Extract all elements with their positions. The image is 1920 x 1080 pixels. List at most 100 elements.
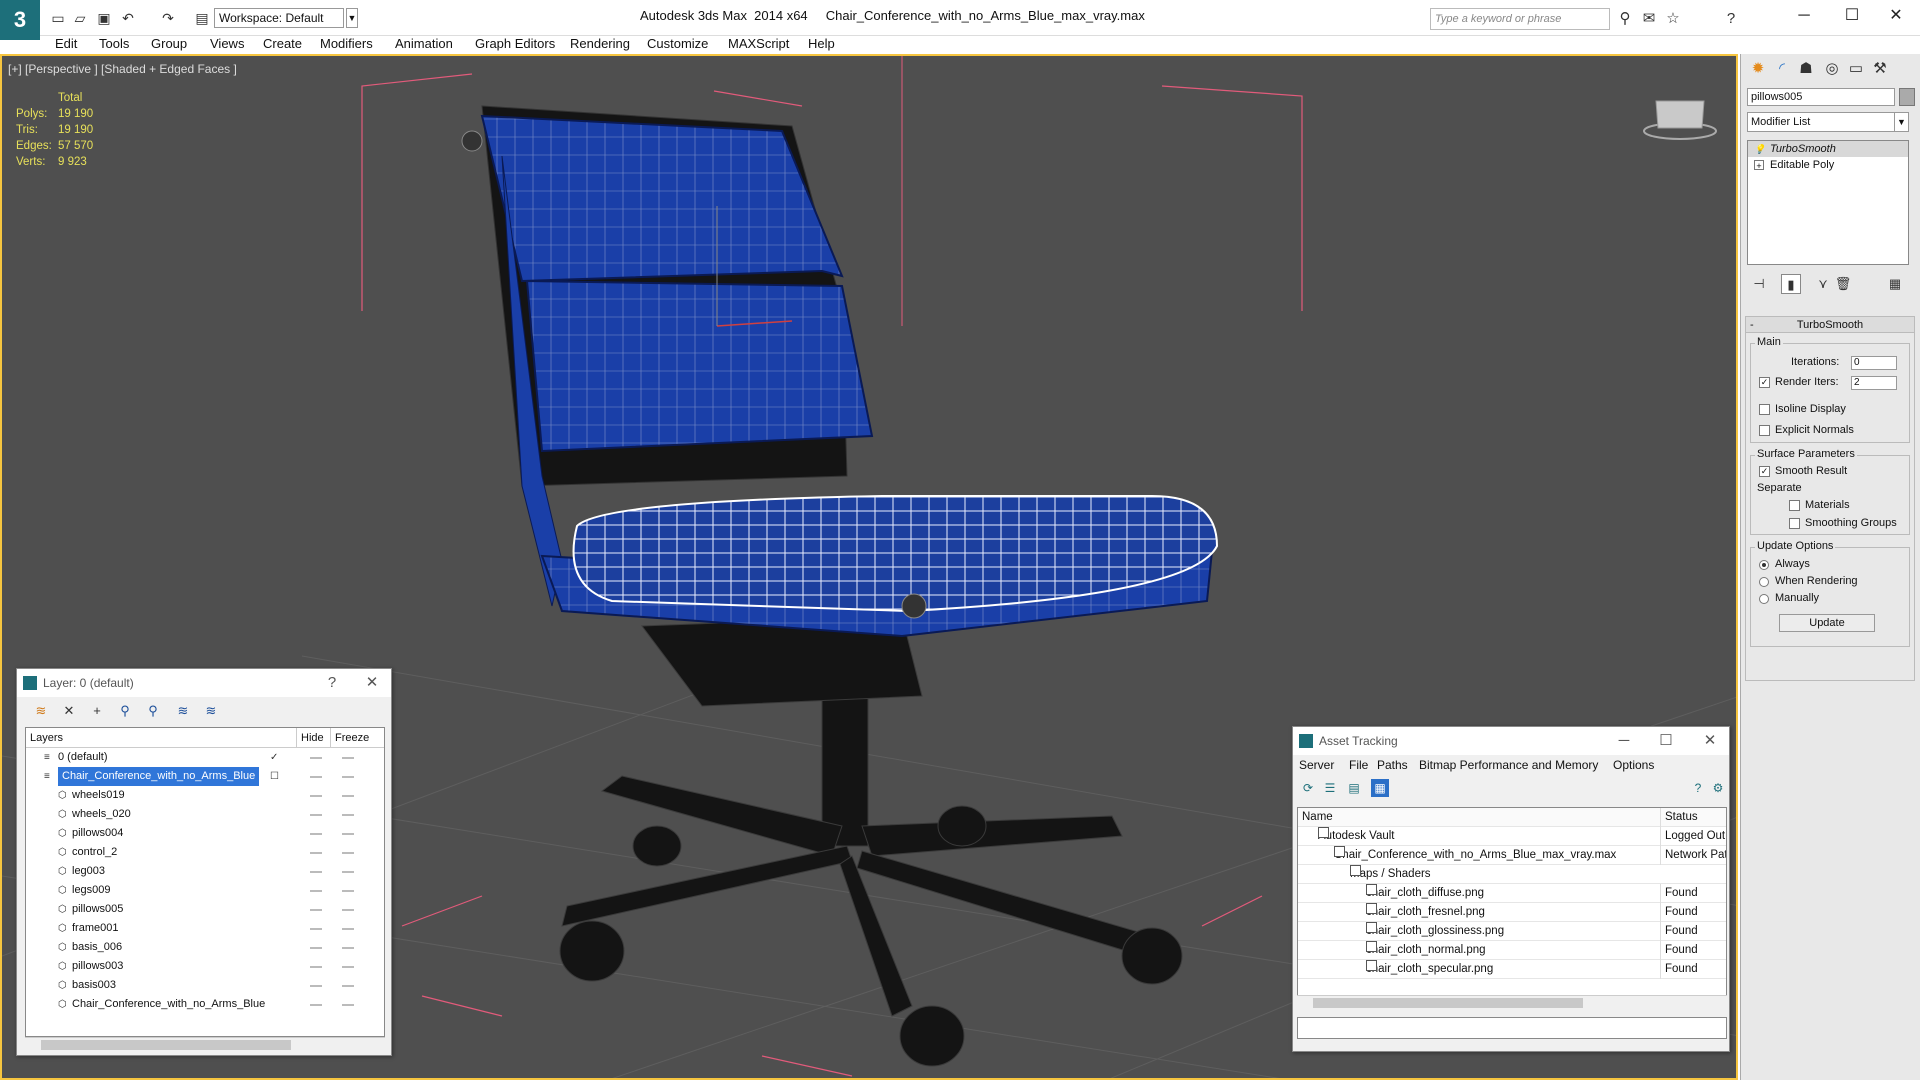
layer-row[interactable]: ⬡ control_2: [26, 843, 384, 862]
layer-name[interactable]: pillows005: [72, 900, 123, 919]
favorites-star-icon[interactable]: ☆: [1664, 10, 1682, 28]
asset-row[interactable]: chair_cloth_specular.png Found: [1298, 960, 1726, 979]
asset-row[interactable]: Autodesk Vault Logged Out: [1298, 827, 1726, 846]
layer-name[interactable]: pillows003: [72, 957, 123, 976]
save-icon[interactable]: ▣: [96, 10, 112, 26]
utilities-tab-icon[interactable]: ⚒: [1869, 58, 1891, 80]
menu-animation[interactable]: Animation: [395, 36, 453, 52]
stack-item-turbosmooth[interactable]: 💡 TurboSmooth: [1748, 141, 1908, 157]
hide-toggle[interactable]: [310, 833, 322, 835]
layer-name[interactable]: wheels_020: [72, 805, 131, 824]
menu-views[interactable]: Views: [210, 36, 244, 52]
project-folder-icon[interactable]: ▤: [194, 10, 210, 26]
layer-row[interactable]: ⬡ wheels019: [26, 786, 384, 805]
hide-toggle[interactable]: [310, 1004, 322, 1006]
render-iters-spinner[interactable]: 2: [1851, 376, 1897, 390]
asset-row[interactable]: chair_cloth_normal.png Found: [1298, 941, 1726, 960]
set-current-layer-icon[interactable]: ☐: [270, 767, 279, 786]
select-layer-objects-icon[interactable]: ⚲: [115, 701, 135, 721]
layer-name[interactable]: leg003: [72, 862, 105, 881]
asset-table[interactable]: Name Status Autodesk Vault Logged Out Chai…: [1297, 807, 1727, 1007]
close-icon[interactable]: ✕: [357, 669, 387, 697]
hierarchy-tab-icon[interactable]: ☗: [1795, 58, 1817, 80]
layer-row[interactable]: ⬡ Chair_Conference_with_no_Arms_Blue: [26, 995, 384, 1014]
list-view-icon[interactable]: ☰: [1321, 779, 1339, 797]
layer-horizontal-scrollbar[interactable]: [25, 1037, 385, 1051]
render-iters-checkbox[interactable]: ✓: [1759, 377, 1770, 388]
freeze-toggle[interactable]: [342, 985, 354, 987]
layer-row[interactable]: ⬡ legs009: [26, 881, 384, 900]
hide-toggle[interactable]: [310, 757, 322, 759]
menu-modifiers[interactable]: Modifiers: [320, 36, 373, 52]
asset-row[interactable]: chair_cloth_diffuse.png Found: [1298, 884, 1726, 903]
freeze-all-layers-icon[interactable]: ≋: [201, 701, 221, 721]
refresh-icon[interactable]: ⟳: [1299, 779, 1317, 797]
close-icon[interactable]: ✕: [1695, 727, 1725, 755]
table-view-icon[interactable]: ▦: [1371, 779, 1389, 797]
smooth-result-checkbox[interactable]: ✓: [1759, 466, 1770, 477]
redo-icon[interactable]: ↷: [160, 10, 176, 26]
menu-group[interactable]: Group: [151, 36, 187, 52]
delete-layer-icon[interactable]: ✕: [59, 701, 79, 721]
hide-toggle[interactable]: [310, 928, 322, 930]
show-end-result-icon[interactable]: ▮: [1781, 274, 1801, 294]
freeze-toggle[interactable]: [342, 1004, 354, 1006]
layer-name[interactable]: Chair_Conference_with_no_Arms_Blue: [72, 995, 265, 1014]
layer-dialog-titlebar[interactable]: Layer: 0 (default) ? ✕: [17, 669, 391, 697]
separate-materials-checkbox[interactable]: [1789, 500, 1800, 511]
app-logo-icon[interactable]: 3: [0, 0, 40, 40]
freeze-toggle[interactable]: [342, 833, 354, 835]
freeze-toggle[interactable]: [342, 909, 354, 911]
hide-toggle[interactable]: [310, 871, 322, 873]
layer-row[interactable]: ⬡ frame001: [26, 919, 384, 938]
menu-tools[interactable]: Tools: [99, 36, 129, 52]
freeze-toggle[interactable]: [342, 928, 354, 930]
rollout-header[interactable]: - TurboSmooth: [1746, 317, 1914, 333]
layer-row[interactable]: ≡ Chair_Conference_with_no_Arms_Blue ☐: [26, 767, 384, 786]
minimize-icon[interactable]: ─: [1609, 727, 1639, 755]
update-when-rendering-radio[interactable]: [1759, 577, 1769, 587]
menu-help[interactable]: Help: [808, 36, 835, 52]
modify-tab-icon[interactable]: ◜: [1771, 58, 1793, 80]
modifier-list-dropdown[interactable]: Modifier List ▼: [1747, 112, 1909, 132]
asset-row[interactable]: Maps / Shaders: [1298, 865, 1726, 884]
layer-row[interactable]: ⬡ basis003: [26, 976, 384, 995]
freeze-toggle[interactable]: [342, 814, 354, 816]
help-icon[interactable]: ?: [317, 669, 347, 697]
asset-row[interactable]: Chair_Conference_with_no_Arms_Blue_max_v…: [1298, 846, 1726, 865]
new-file-icon[interactable]: ▭: [50, 10, 66, 26]
maximize-icon[interactable]: ☐: [1651, 727, 1681, 755]
layer-name[interactable]: 0 (default): [58, 748, 108, 767]
binoculars-icon[interactable]: ⚲: [1616, 10, 1634, 28]
hide-toggle[interactable]: [310, 776, 322, 778]
freeze-toggle[interactable]: [342, 852, 354, 854]
lightbulb-icon[interactable]: 💡: [1754, 144, 1765, 154]
asset-menu-server[interactable]: Server: [1299, 755, 1334, 775]
asset-tracking-titlebar[interactable]: Asset Tracking ─ ☐ ✕: [1293, 727, 1729, 755]
freeze-toggle[interactable]: [342, 795, 354, 797]
asset-row[interactable]: chair_cloth_fresnel.png Found: [1298, 903, 1726, 922]
layer-row[interactable]: ⬡ wheels_020: [26, 805, 384, 824]
help-icon[interactable]: ?: [1722, 10, 1740, 28]
viewport-label[interactable]: [+] [Perspective ] [Shaded + Edged Faces…: [8, 62, 237, 76]
layer-name[interactable]: legs009: [72, 881, 111, 900]
layer-name[interactable]: Chair_Conference_with_no_Arms_Blue: [58, 767, 260, 786]
motion-tab-icon[interactable]: ◎: [1821, 58, 1843, 80]
isoline-display-checkbox[interactable]: [1759, 404, 1770, 415]
layer-name[interactable]: frame001: [72, 919, 118, 938]
menu-edit[interactable]: Edit: [55, 36, 77, 52]
close-button[interactable]: ✕: [1876, 4, 1916, 28]
workspace-select[interactable]: Workspace: Default: [214, 8, 344, 28]
layer-row[interactable]: ⬡ pillows003: [26, 957, 384, 976]
asset-row[interactable]: chair_cloth_glossiness.png Found: [1298, 922, 1726, 941]
open-file-icon[interactable]: ▱: [72, 10, 88, 26]
layer-row[interactable]: ⬡ basis_006: [26, 938, 384, 957]
create-layer-icon[interactable]: ≋: [31, 701, 51, 721]
update-always-radio[interactable]: [1759, 560, 1769, 570]
freeze-toggle[interactable]: [342, 890, 354, 892]
hide-toggle[interactable]: [310, 890, 322, 892]
layer-name[interactable]: wheels019: [72, 786, 125, 805]
add-to-layer-icon[interactable]: +: [87, 701, 107, 721]
layer-name[interactable]: control_2: [72, 843, 117, 862]
workspace-dropdown-icon[interactable]: ▼: [346, 8, 358, 28]
